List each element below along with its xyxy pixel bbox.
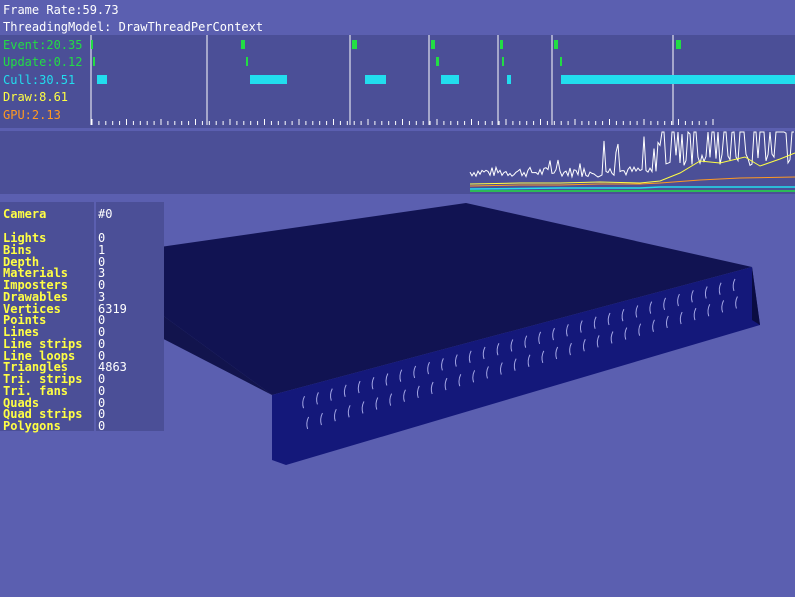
stat-label: Polygons: [3, 419, 61, 433]
camera-value: #0: [98, 207, 113, 221]
update-bar: [246, 57, 248, 66]
event-bar: [431, 40, 435, 49]
update-bars: [93, 57, 562, 66]
update-bar: [93, 57, 95, 66]
cull-bar: [561, 75, 795, 84]
draw-time-label: Draw:8.61: [3, 90, 69, 104]
stat-label: Drawables: [3, 289, 69, 304]
stat-value: 0: [98, 383, 106, 398]
gpu-time-label: GPU:2.13: [3, 108, 61, 122]
stat-label: Bins: [3, 242, 32, 257]
threading-model-readout: ThreadingModel: DrawThreadPerContext: [3, 20, 264, 34]
scene-stats-panel: Camera #0 Lights 0 Bins 1 Depth 0 Materials 3 Im…: [0, 202, 164, 433]
stat-value: 3: [98, 289, 106, 304]
update-bar: [560, 57, 562, 66]
timing-tick-marks: [91, 119, 714, 125]
stat-value: 1: [98, 242, 106, 257]
cull-bars: [97, 75, 795, 84]
cull-bar: [507, 75, 511, 84]
frame-rate-readout: Frame Rate:59.73: [3, 3, 119, 17]
stat-label: Tri. fans: [3, 383, 69, 398]
cull-bar: [250, 75, 287, 84]
stats-divider: [94, 202, 96, 431]
gpu-graph-line: [469, 176, 795, 187]
stat-value: 0: [98, 419, 106, 433]
update-time-label: Update:0.12: [3, 55, 83, 69]
update-bar: [436, 57, 439, 66]
rack-server-model: [84, 203, 760, 465]
camera-label: Camera: [3, 207, 47, 221]
performance-graph: [469, 130, 795, 192]
stat-value: 0: [98, 336, 106, 351]
cull-bar: [97, 75, 107, 84]
event-bar: [554, 40, 558, 49]
draw-graph-line: [469, 152, 795, 185]
update-bar: [502, 57, 504, 66]
event-bar: [352, 40, 357, 49]
cull-bar: [365, 75, 386, 84]
event-bar: [241, 40, 245, 49]
cull-time-label: Cull:30.51: [3, 73, 76, 87]
performance-graph-panel: [0, 130, 795, 194]
event-bars: [91, 40, 681, 49]
cull-bar: [441, 75, 459, 84]
event-time-label: Event:20.35: [3, 38, 83, 52]
stat-label: Line strips: [3, 336, 83, 351]
timing-panel: Event:20.35 Update:0.12 Cull:30.51 Draw:…: [0, 35, 795, 128]
model-right-face: [752, 267, 760, 325]
event-bar: [676, 40, 681, 49]
frame-rate-graph-line: [469, 130, 794, 179]
event-bar: [500, 40, 503, 49]
event-bar: [91, 40, 93, 49]
timing-bars: [90, 35, 795, 125]
cull-graph-line: [469, 186, 795, 190]
